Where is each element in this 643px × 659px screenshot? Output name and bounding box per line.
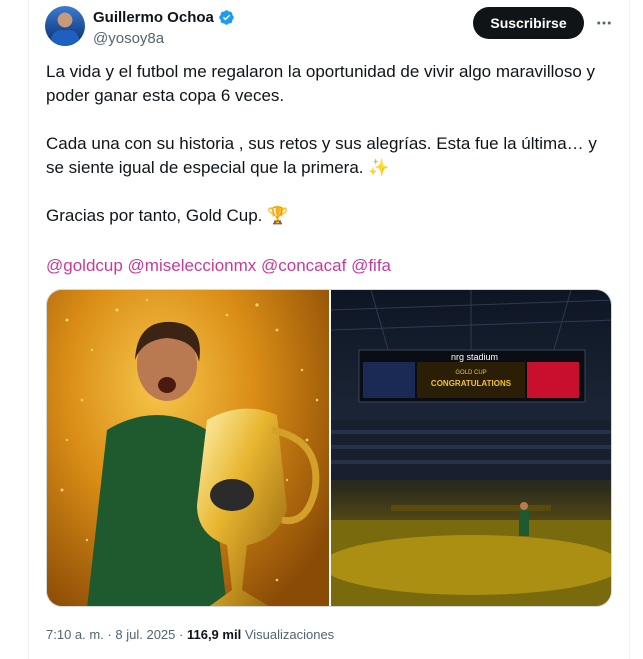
- verified-badge-icon: [219, 10, 234, 25]
- views-label: Visualizaciones: [244, 627, 335, 642]
- tweet-paragraph-1: La vida y el futbol me regalaron la opor…: [46, 62, 596, 105]
- mentions-row: @goldcup @miseleccionmx @concacaf @fifa: [46, 256, 391, 276]
- mention-concacaf[interactable]: @concacaf: [261, 256, 346, 275]
- mention-goldcup[interactable]: @goldcup: [46, 256, 123, 275]
- author-name-row: Guillermo Ochoa: [93, 9, 235, 26]
- author-name[interactable]: Guillermo Ochoa: [93, 9, 214, 26]
- tweet-text: La vida y el futbol me regalaron la opor…: [46, 60, 616, 252]
- tweet-time[interactable]: 7:10 a. m.: [46, 627, 104, 642]
- mention-fifa[interactable]: @fifa: [351, 256, 391, 275]
- avatar[interactable]: [45, 6, 85, 46]
- media-image-trophy[interactable]: [47, 290, 329, 606]
- author-handle[interactable]: @yosoy8a: [93, 30, 164, 47]
- scoreboard-banner: CONGRATULATIONS: [431, 379, 512, 388]
- tweet-date[interactable]: 8 jul. 2025: [115, 627, 175, 642]
- tweet-paragraph-2: Cada una con su historia , sus retos y s…: [46, 134, 597, 177]
- views-count: 116,9 mil: [186, 627, 242, 642]
- tweet-paragraph-3: Gracias por tanto, Gold Cup. 🏆: [46, 206, 289, 225]
- scoreboard-event: GOLD CUP: [455, 370, 486, 376]
- more-horizontal-icon[interactable]: [594, 13, 614, 33]
- tweet-meta: 7:10 a. m. · 8 jul. 2025 · 116,9 mil Vis…: [46, 627, 334, 642]
- tweet-media: nrg stadium CONGRATULATIONS GOLD CUP: [46, 289, 612, 607]
- scoreboard-brand: nrg stadium: [451, 352, 498, 362]
- mention-miseleccionmx[interactable]: @miseleccionmx: [128, 256, 257, 275]
- tweet-header: Guillermo Ochoa @yosoy8a Suscribirse: [45, 6, 615, 50]
- timeline-border-right: [629, 0, 630, 659]
- media-image-stadium[interactable]: nrg stadium CONGRATULATIONS GOLD CUP: [331, 290, 611, 606]
- timeline-border-left: [28, 0, 29, 659]
- meta-separator: ·: [179, 627, 187, 642]
- subscribe-button[interactable]: Suscribirse: [473, 7, 584, 39]
